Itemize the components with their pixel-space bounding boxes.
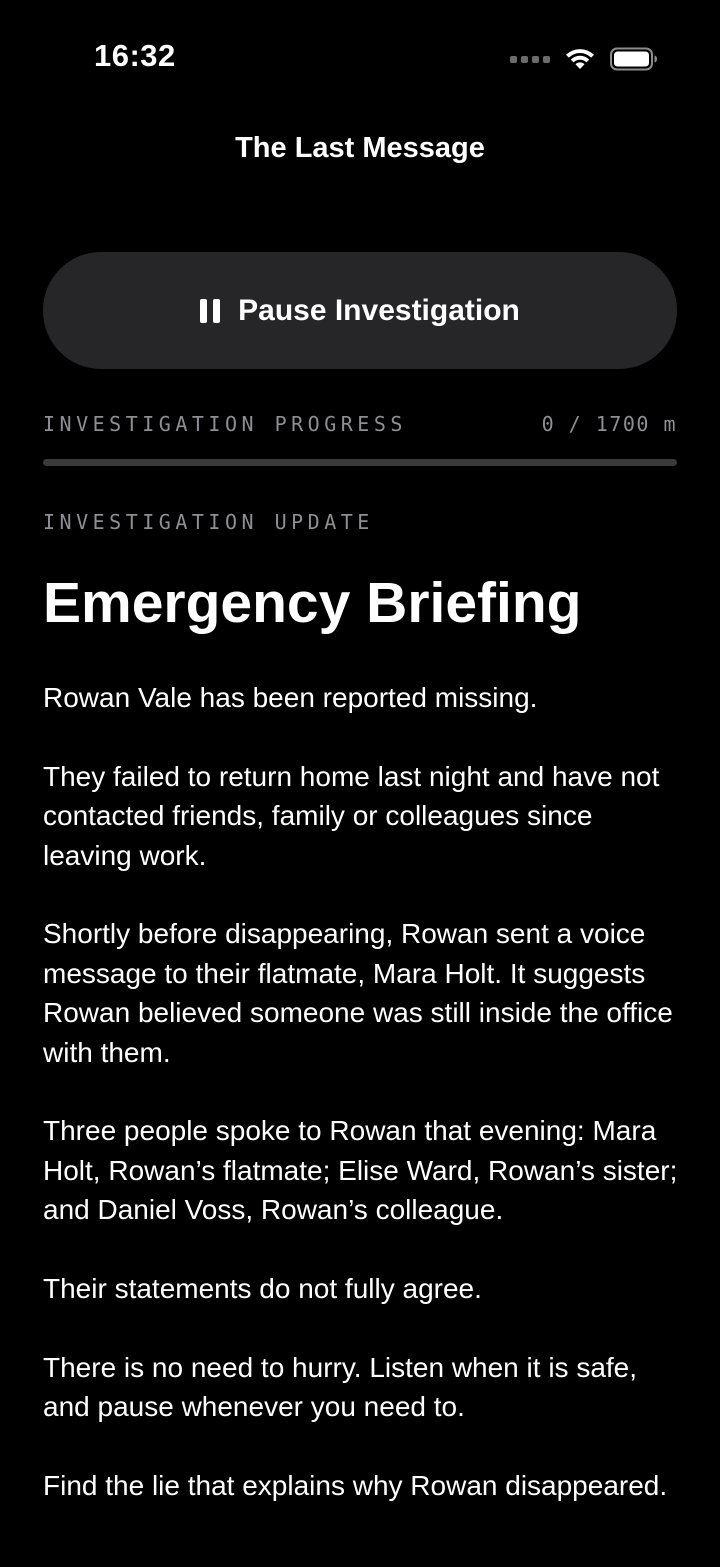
briefing-paragraph: Rowan Vale has been reported missing.: [43, 682, 538, 713]
progress-label: INVESTIGATION PROGRESS: [43, 412, 407, 436]
briefing-paragraph: There is no need to hurry. Listen when i…: [43, 1351, 638, 1423]
status-time: 16:32: [94, 38, 176, 73]
cellular-dots-icon: [510, 44, 550, 74]
progress-value: 0 / 1700 m: [541, 412, 677, 436]
pause-button-label: Pause Investigation: [238, 293, 520, 327]
battery-icon: [610, 47, 657, 71]
briefing-paragraph: Find the lie that explains why Rowan dis…: [43, 1470, 668, 1502]
status-bar: 16:32: [0, 0, 720, 118]
briefing-title: Emergency Briefing: [43, 571, 582, 635]
briefing-paragraph: Three people spoke to Rowan that evening…: [43, 1115, 678, 1226]
progress-header: INVESTIGATION PROGRESS 0 / 1700 m: [43, 412, 677, 436]
status-icons: [510, 44, 658, 74]
briefing-body: Rowan Vale has been reported missing. Th…: [43, 678, 683, 1545]
progress-bar: [43, 459, 677, 466]
pause-icon: [200, 298, 221, 323]
briefing-paragraph: Their statements do not fully agree.: [43, 1273, 482, 1305]
briefing-paragraph: They failed to return home last night an…: [43, 760, 660, 871]
briefing-paragraph: Shortly before disappearing, Rowan sent …: [43, 918, 673, 1068]
section-label: INVESTIGATION UPDATE: [43, 510, 374, 534]
wifi-icon: [566, 49, 594, 69]
pause-investigation-button[interactable]: Pause Investigation: [43, 252, 677, 369]
page-title: The Last Message: [235, 132, 485, 164]
